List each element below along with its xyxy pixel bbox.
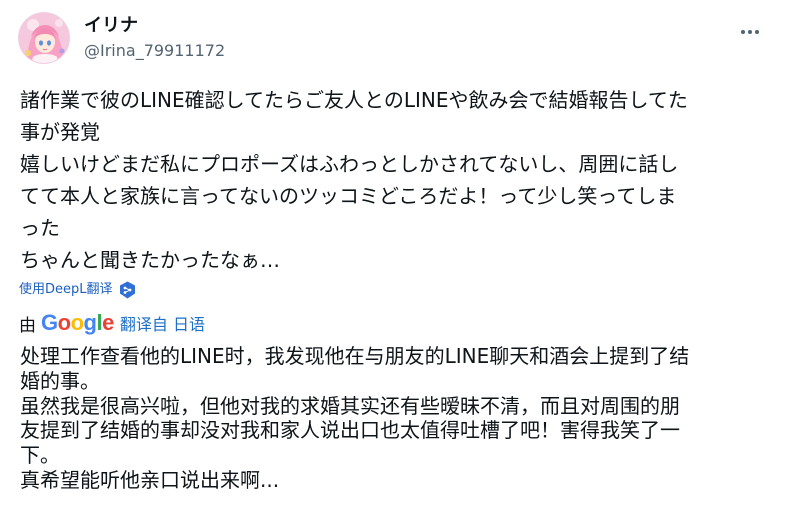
- translated-by-prefix: 由: [19, 315, 36, 336]
- translated-text-line: 真希望能听他亲口说出来啊...: [20, 467, 280, 492]
- translated-text: 处理工作查看他的LINE时，我发现他在与朋友的LINE聊天和酒会上提到了结 婚的…: [20, 344, 770, 493]
- user-handle[interactable]: @Irina_79911172: [84, 41, 225, 61]
- translated-text-line: 友提到了结婚的事却没对我和家人说出口也太值得吐槽了吧！害得我笑了一: [20, 418, 680, 443]
- tweet-text-line: 嬉しいけどまだ私にプロポーズはふわっとしかされてないし、周囲に話し: [20, 152, 679, 176]
- translate-with-deepl-link[interactable]: 使用DeepL翻译: [19, 281, 136, 299]
- google-logo-letter: g: [83, 310, 97, 335]
- translate-link-label: 使用DeepL翻译: [19, 282, 113, 297]
- google-logo-letter: o: [70, 310, 84, 335]
- more-options-button[interactable]: [734, 20, 766, 44]
- tweet-text-line: った: [20, 216, 60, 240]
- google-logo-letter: e: [102, 310, 114, 335]
- tweet-text-line: 事が発覚: [20, 120, 100, 144]
- avatar[interactable]: [18, 12, 70, 64]
- more-horizontal-icon: [741, 30, 759, 34]
- google-logo-letter: G: [41, 310, 58, 335]
- deepl-badge-icon: [119, 281, 136, 299]
- tweet-text-line: ちゃんと聞きたかったなぁ…: [20, 248, 280, 272]
- tweet-text-line: てて本人と家族に言ってないのツッコミどころだよ！って少し笑ってしま: [20, 184, 677, 208]
- anime-girl-avatar-icon: [19, 13, 69, 63]
- google-logo-letter: o: [57, 310, 71, 335]
- google-logo[interactable]: G o o g l e: [41, 310, 114, 336]
- tweet-text-line: 諸作業で彼のLINE確認してたらご友人とのLINEや飲み会で結婚報告してた: [20, 88, 688, 112]
- translated-text-line: 下。: [20, 443, 60, 468]
- translated-by-google: 由 G o o g l e 翻译自 日语: [19, 309, 205, 337]
- tweet-text: 諸作業で彼のLINE確認してたらご友人とのLINEや飲み会で結婚報告してた 事が…: [20, 84, 770, 276]
- translated-from-language[interactable]: 翻译自 日语: [120, 311, 205, 335]
- translated-text-line: 虽然我是很高兴啦，但他对我的求婚其实还有些暧昧不清，而且对周围的朋: [20, 393, 680, 418]
- translated-text-line: 处理工作查看他的LINE时，我发现他在与朋友的LINE聊天和酒会上提到了结: [20, 344, 690, 368]
- translated-text-line: 婚的事。: [20, 368, 100, 393]
- tweet-header: イリナ @Irina_79911172: [18, 12, 770, 66]
- display-name[interactable]: イリナ: [84, 15, 138, 37]
